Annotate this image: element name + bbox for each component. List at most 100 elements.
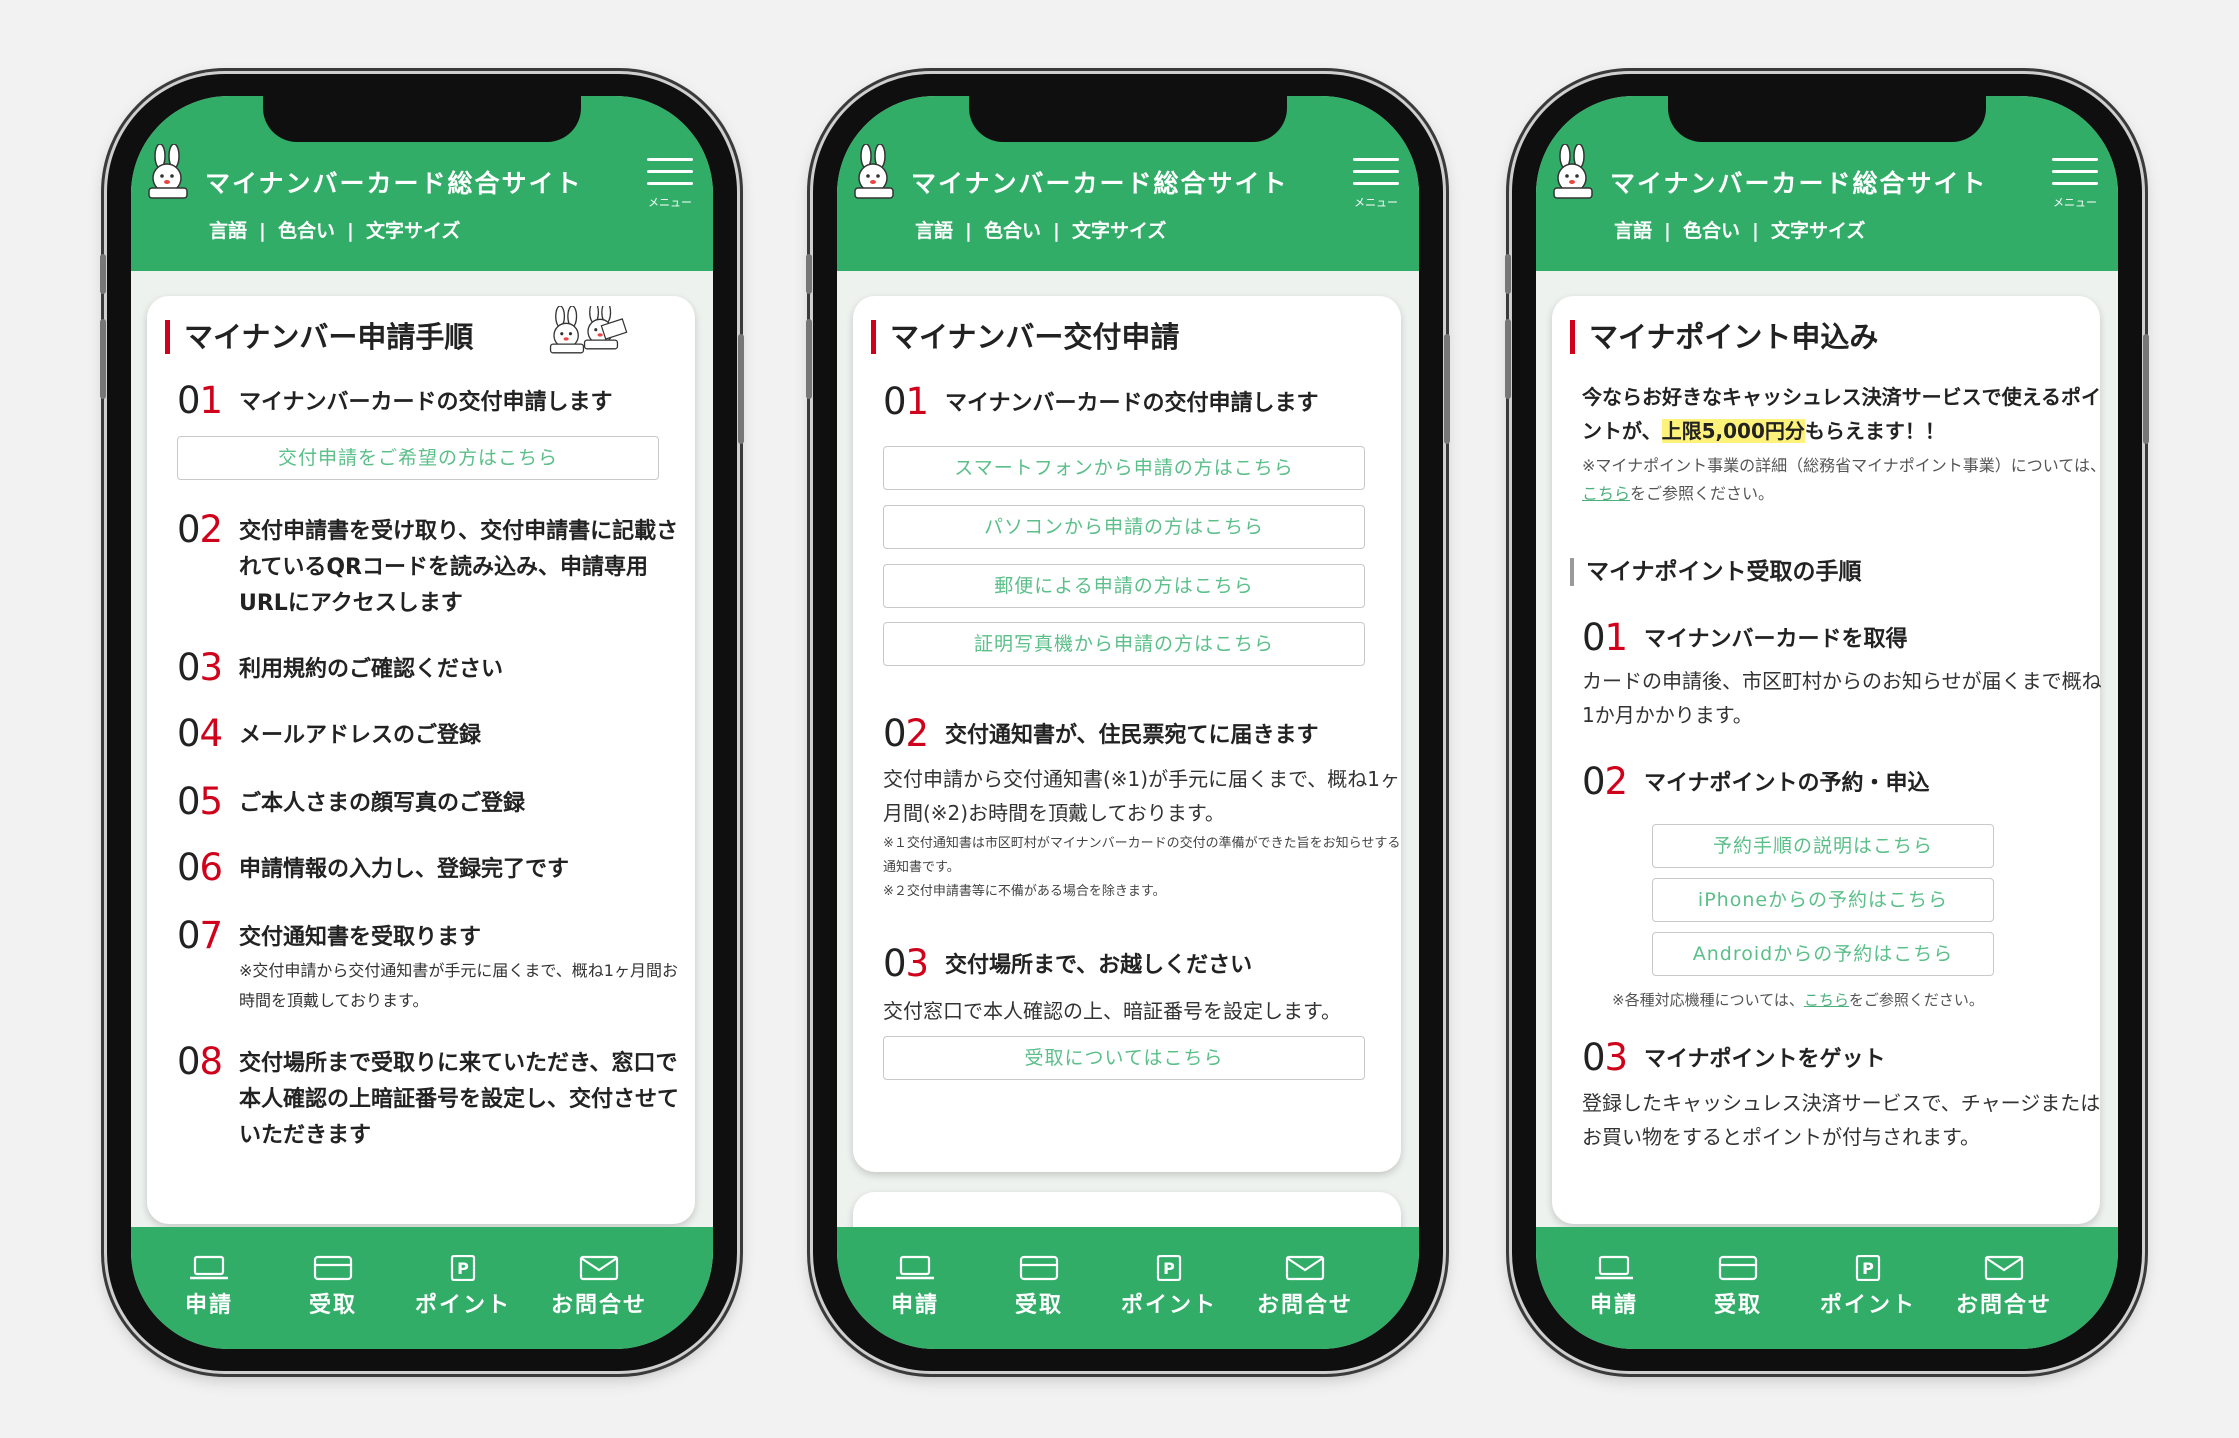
card-icon [1019,1255,1059,1281]
step-text: マイナンバーカードの交付申請します [239,390,613,415]
mail-icon [1984,1255,2024,1281]
bottom-nav-contact[interactable]: お問合せ [1255,1255,1355,1319]
step-number: 01 [177,379,223,422]
iphone-reservation-button[interactable]: iPhoneからの予約はこちら [1652,878,1994,922]
point-highlight: 上限5,000円分 [1661,419,1805,443]
bottom-nav-receive[interactable]: 受取 [989,1255,1089,1319]
device-note: ※各種対応機種については、こちらをご参照ください。 [1612,991,1984,1009]
page-title: マイナンバー申請手順 [165,320,473,354]
step-text: マイナンバーカードを取得 [1644,627,1908,652]
nav-language[interactable]: 言語 [915,220,953,242]
content-card: マイナンバー交付申請 01 マイナンバーカードの交付申請します スマートフォンか… [853,296,1401,1172]
site-title: マイナンバーカード総合サイト [911,169,1289,198]
phone-frame-1: マイナンバーカード総合サイト メニュー 言語 | 色合い | 文字サイズ マイナンバー申… [100,74,744,1371]
apply-photo-booth-button[interactable]: 証明写真機から申請の方はこちら [883,622,1365,666]
rabbits-illustration [549,306,628,354]
content-card: マイナポイント申込み 今ならお好きなキャッシュレス決済サービスで使えるポイントが… [1552,296,2106,1224]
step2-note-1: ※１交付通知書は市区町村がマイナンバーカードの交付の準備ができた旨をお知らせする… [883,836,1401,875]
svg-text:P: P [457,1259,469,1278]
phone-frame-2: マイナンバーカード総合サイト メニュー 言語 | 色合い | 文字サイズ マイナンバー交… [806,74,1450,1371]
mynumber-rabbit-logo [1550,144,1596,204]
hamburger-menu-button[interactable]: メニュー [2052,158,2098,209]
content-card: マイナンバー申請手順 01 マイナンバーカードの交付申請します 交付申請をご希望… [147,296,695,1224]
step1-description: カードの申請後、市区町村からのお知らせが届くまで概ね1か月かかります。 [1582,669,2102,727]
device-link[interactable]: こちら [1804,991,1849,1009]
apply-mail-button[interactable]: 郵便による申請の方はこちら [883,564,1365,608]
bottom-nav: 申請 受取 P ポイント お問合せ [1536,1227,2118,1349]
hamburger-menu-button[interactable]: メニュー [647,158,693,209]
header-subnav: 言語 | 色合い | 文字サイズ [915,220,1167,242]
nav-font-size[interactable]: 文字サイズ [366,220,460,242]
apply-pc-button[interactable]: パソコンから申請の方はこちら [883,505,1365,549]
bottom-nav-point[interactable]: P ポイント [1818,1255,1918,1319]
detail-link[interactable]: こちら [1582,484,1630,503]
card-icon [1718,1255,1758,1281]
step3-description: 交付窓口で本人確認の上、暗証番号を設定します。 [883,999,1341,1023]
apply-button[interactable]: 交付申請をご希望の方はこちら [177,436,659,480]
svg-text:P: P [1862,1259,1874,1278]
nav-color[interactable]: 色合い [984,220,1041,242]
header-subnav: 言語 | 色合い | 文字サイズ [209,220,461,242]
notch [1668,96,1986,142]
android-reservation-button[interactable]: Androidからの予約はこちら [1652,932,1994,976]
mynumber-rabbit-logo [851,144,897,204]
step-text: メールアドレスのご登録 [239,723,482,748]
step-text: ご本人さまの顔写真のご登録 [239,791,526,816]
bottom-nav-contact[interactable]: お問合せ [549,1255,649,1319]
step-text: 交付場所まで受取りに来ていただき、窓口で本人確認の上暗証番号を設定し、交付させて… [239,1051,680,1148]
bottom-nav-receive[interactable]: 受取 [283,1255,383,1319]
receive-info-button[interactable]: 受取についてはこちら [883,1036,1365,1080]
point-icon: P [450,1255,476,1281]
svg-text:P: P [1163,1259,1175,1278]
notch [263,96,581,142]
nav-font-size[interactable]: 文字サイズ [1072,220,1166,242]
point-icon: P [1156,1255,1182,1281]
nav-font-size[interactable]: 文字サイズ [1771,220,1865,242]
laptop-icon [190,1255,228,1280]
phone-frame-3: マイナンバーカード総合サイト メニュー 言語 | 色合い | 文字サイズ マイナポイント… [1505,74,2149,1371]
header-subnav: 言語 | 色合い | 文字サイズ [1614,220,1866,242]
step2-note-2: ※２交付申請書等に不備がある場合を除きます。 [883,884,1166,899]
bottom-nav-point[interactable]: P ポイント [413,1255,513,1319]
nav-color[interactable]: 色合い [278,220,335,242]
reservation-guide-button[interactable]: 予約手順の説明はこちら [1652,824,1994,868]
step-text: 交付場所まで、お越しください [945,953,1253,978]
step-text: 交付申請書を受け取り、交付申請書に記載されているQRコードを読み込み、申請専用U… [239,519,679,616]
screen-application: マイナンバーカード総合サイト メニュー 言語 | 色合い | 文字サイズ マイナンバー申… [131,96,713,1349]
nav-language[interactable]: 言語 [1614,220,1652,242]
site-title: マイナンバーカード総合サイト [1610,169,1988,198]
step-text: 利用規約のご確認ください [239,657,504,682]
card-icon [313,1255,353,1281]
nav-language[interactable]: 言語 [209,220,247,242]
bottom-nav-contact[interactable]: お問合せ [1954,1255,2054,1319]
page-title: マイナンバー交付申請 [871,320,1179,354]
mail-icon [579,1255,619,1281]
bottom-nav: 申請 受取 P ポイント お問合せ [837,1227,1419,1349]
bottom-nav-receive[interactable]: 受取 [1688,1255,1788,1319]
step-text: 交付通知書が、住民票宛てに届きます [945,723,1319,748]
bottom-nav-apply[interactable]: 申請 [865,1255,965,1319]
menu-label: メニュー [648,196,692,209]
hamburger-menu-button[interactable]: メニュー [1353,158,1399,209]
step-text: 申請情報の入力し、登録完了です [239,857,570,882]
bottom-nav-apply[interactable]: 申請 [159,1255,259,1319]
step-text: マイナンバーカードの交付申請します [945,391,1319,416]
step-note: ※交付申請から交付通知書が手元に届くまで、概ね1ヶ月間お時間を頂戴しております。 [239,961,678,1010]
screen-mynapoint: マイナンバーカード総合サイト メニュー 言語 | 色合い | 文字サイズ マイナポイント… [1536,96,2118,1349]
intro-text: 今ならお好きなキャッシュレス決済サービスで使えるポイントが、上限5,000円分も… [1582,385,2101,443]
mynumber-rabbit-logo [145,144,191,204]
point-icon: P [1855,1255,1881,1281]
laptop-icon [1595,1255,1633,1280]
apply-smartphone-button[interactable]: スマートフォンから申請の方はこちら [883,446,1365,490]
menu-label: メニュー [1354,196,1398,209]
bottom-nav: 申請 受取 P ポイント お問合せ [131,1227,713,1349]
bottom-nav-apply[interactable]: 申請 [1564,1255,1664,1319]
step3-description: 登録したキャッシュレス決済サービスで、チャージまたはお買い物をするとポイントが付… [1582,1091,2101,1149]
mail-icon [1285,1255,1325,1281]
laptop-icon [896,1255,934,1280]
step2-description: 交付申請から交付通知書(※1)が手元に届くまで、概ね1ヶ月間(※2)お時間を頂戴… [883,767,1401,825]
bottom-nav-point[interactable]: P ポイント [1119,1255,1219,1319]
site-title: マイナンバーカード総合サイト [205,169,583,198]
step-text: マイナポイントの予約・申込 [1644,771,1930,796]
nav-color[interactable]: 色合い [1683,220,1740,242]
